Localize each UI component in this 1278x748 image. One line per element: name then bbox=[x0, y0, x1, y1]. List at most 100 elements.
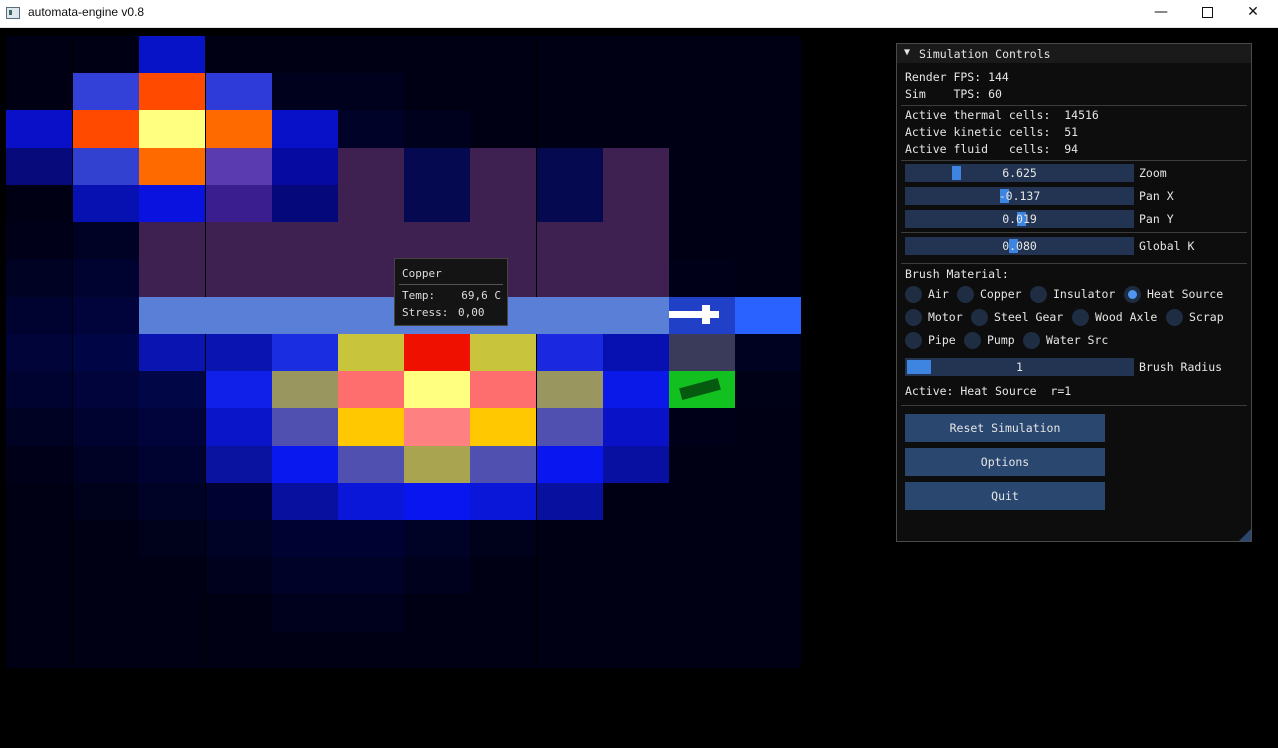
sim-cell bbox=[206, 185, 273, 222]
sim-cell bbox=[603, 594, 670, 632]
maximize-button[interactable] bbox=[1184, 0, 1230, 26]
sim-cell bbox=[6, 408, 73, 446]
global-k-value: 0.080 bbox=[1002, 239, 1037, 253]
sim-cell bbox=[404, 371, 471, 408]
pan-y-label: Pan Y bbox=[1139, 212, 1174, 226]
sim-cell bbox=[338, 594, 405, 632]
sim-cell bbox=[404, 632, 471, 668]
sim-cell bbox=[669, 148, 736, 185]
sim-cell bbox=[537, 148, 604, 185]
global-k-slider[interactable]: 0.080 bbox=[905, 237, 1134, 255]
sim-cell bbox=[6, 148, 73, 185]
sim-cell bbox=[73, 297, 140, 334]
sim-cell bbox=[669, 73, 736, 110]
sim-cell bbox=[404, 520, 471, 557]
radio-dot-icon bbox=[964, 332, 981, 349]
sim-cell bbox=[537, 594, 604, 632]
sim-cell bbox=[338, 334, 405, 371]
thermal-cells-text: Active thermal cells: 14516 bbox=[905, 108, 1099, 122]
sim-cell bbox=[603, 259, 670, 297]
sim-cell bbox=[73, 110, 140, 148]
sim-cell bbox=[669, 36, 736, 73]
sim-cell bbox=[206, 259, 273, 297]
sim-cell bbox=[338, 36, 405, 73]
sim-cell bbox=[139, 446, 206, 483]
tooltip-divider bbox=[399, 284, 503, 285]
pan-y-value: 0.019 bbox=[1002, 212, 1037, 226]
panel-title: Simulation Controls bbox=[919, 47, 1051, 61]
sim-cell bbox=[735, 408, 802, 446]
sim-cell bbox=[669, 483, 736, 520]
sim-cell bbox=[73, 632, 140, 668]
panel-header[interactable]: ▼ Simulation Controls bbox=[897, 44, 1251, 63]
brush-radius-slider[interactable]: 1 bbox=[905, 358, 1134, 376]
sim-cell bbox=[470, 520, 537, 557]
material-label: Air bbox=[928, 287, 949, 301]
sim-cell bbox=[669, 110, 736, 148]
sim-cell bbox=[139, 557, 206, 594]
sim-cell bbox=[206, 334, 273, 371]
sim-cell bbox=[6, 185, 73, 222]
sim-cell bbox=[6, 334, 73, 371]
sim-cell bbox=[73, 334, 140, 371]
sim-cell bbox=[404, 36, 471, 73]
sim-cell bbox=[338, 148, 405, 185]
sim-cell bbox=[603, 334, 670, 371]
axle-marker-icon bbox=[669, 311, 719, 318]
sim-cell bbox=[139, 334, 206, 371]
zoom-slider[interactable]: 6.625 bbox=[905, 164, 1134, 182]
sim-cell bbox=[537, 36, 604, 73]
maximize-icon bbox=[1201, 7, 1213, 18]
sim-cell bbox=[272, 557, 339, 594]
pan-x-label: Pan X bbox=[1139, 189, 1174, 203]
sim-cell bbox=[73, 259, 140, 297]
sim-cell bbox=[404, 446, 471, 483]
sim-cell bbox=[470, 557, 537, 594]
sim-cell bbox=[669, 408, 736, 446]
window-title: automata-engine v0.8 bbox=[28, 5, 145, 19]
sim-cell bbox=[404, 408, 471, 446]
close-button[interactable]: ✕ bbox=[1230, 0, 1276, 26]
minimize-button[interactable]: — bbox=[1138, 0, 1184, 26]
options-button[interactable]: Options bbox=[905, 448, 1105, 476]
sim-cell bbox=[404, 73, 471, 110]
pan-x-slider[interactable]: -0.137 bbox=[905, 187, 1134, 205]
sim-cell bbox=[404, 148, 471, 185]
sim-cell bbox=[470, 36, 537, 73]
resize-grip-icon[interactable] bbox=[1239, 529, 1251, 541]
sim-cell bbox=[537, 259, 604, 297]
sim-cell bbox=[537, 222, 604, 259]
reset-simulation-button[interactable]: Reset Simulation bbox=[905, 414, 1105, 442]
global-k-label: Global K bbox=[1139, 239, 1195, 253]
sim-cell bbox=[735, 371, 802, 408]
sim-cell bbox=[139, 483, 206, 520]
sim-cell bbox=[470, 371, 537, 408]
sim-cell bbox=[603, 483, 670, 520]
sim-cell bbox=[603, 73, 670, 110]
radio-dot-icon bbox=[971, 309, 988, 326]
sim-cell bbox=[73, 557, 140, 594]
pan-y-slider[interactable]: 0.019 bbox=[905, 210, 1134, 228]
sim-cell bbox=[139, 632, 206, 668]
sim-cell bbox=[404, 334, 471, 371]
minimize-icon: — bbox=[1154, 4, 1168, 20]
separator bbox=[901, 232, 1247, 233]
sim-cell bbox=[470, 148, 537, 185]
sim-cell bbox=[6, 259, 73, 297]
sim-cell bbox=[537, 632, 604, 668]
sim-cell bbox=[338, 110, 405, 148]
collapse-arrow-icon[interactable]: ▼ bbox=[904, 47, 910, 58]
sim-cell bbox=[338, 483, 405, 520]
sim-cell bbox=[139, 110, 206, 148]
sim-cell bbox=[6, 483, 73, 520]
sim-cell bbox=[470, 334, 537, 371]
radio-dot-icon bbox=[957, 286, 974, 303]
sim-cell bbox=[735, 483, 802, 520]
quit-button[interactable]: Quit bbox=[905, 482, 1105, 510]
sim-cell bbox=[6, 371, 73, 408]
sim-cell bbox=[6, 36, 73, 73]
brush-radius-value: 1 bbox=[1016, 360, 1023, 374]
sim-cell bbox=[537, 185, 604, 222]
sim-cell bbox=[206, 594, 273, 632]
separator bbox=[901, 160, 1247, 161]
